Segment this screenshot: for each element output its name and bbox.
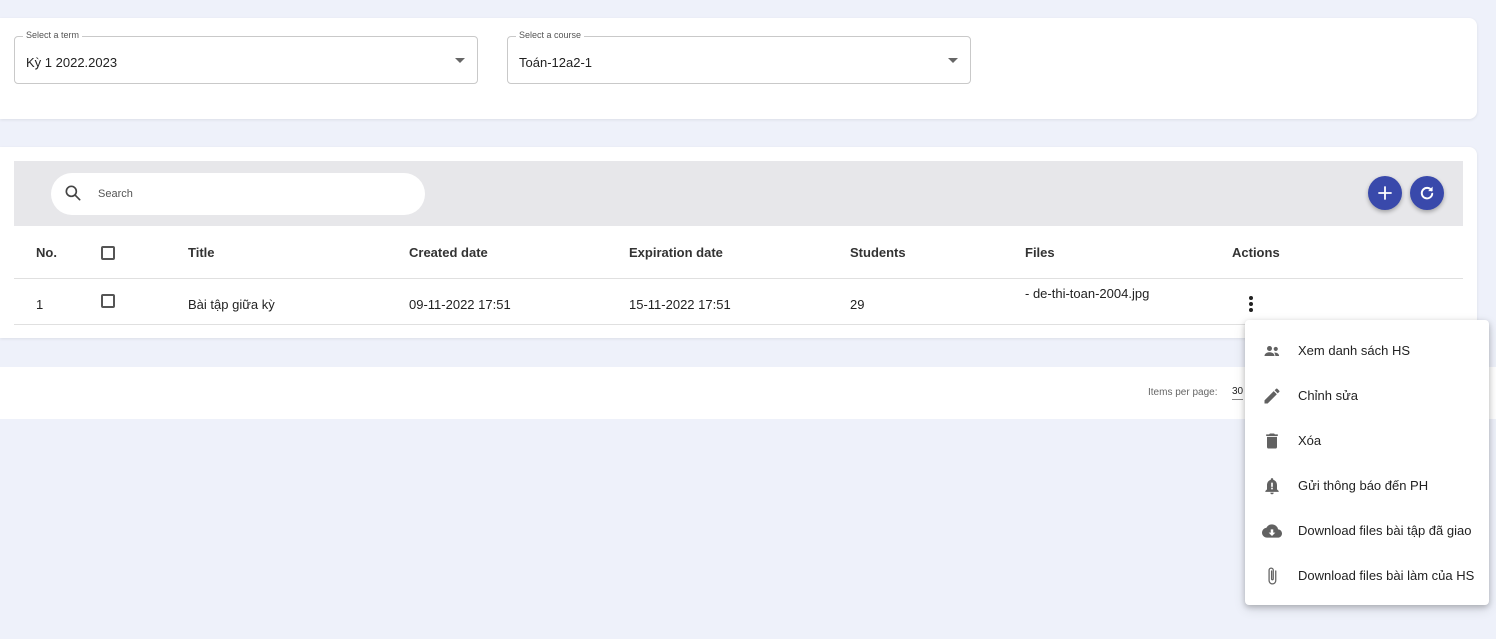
menu-item-label: Download files bài làm của HS: [1298, 568, 1475, 583]
header-expiration-date[interactable]: Expiration date: [629, 245, 723, 260]
table-header: No. Title Created date Expiration date S…: [14, 226, 1463, 279]
dropdown-arrow-icon: [948, 58, 958, 63]
search-input[interactable]: [98, 184, 398, 204]
row-title: Bài tập giữa kỳ: [188, 297, 275, 312]
menu-item-label: Xem danh sách HS: [1298, 343, 1411, 358]
row-students: 29: [850, 297, 865, 312]
menu-item-edit[interactable]: Chỉnh sửa: [1245, 373, 1489, 418]
kebab-dot: [1249, 296, 1253, 300]
row-checkbox[interactable]: [101, 294, 115, 308]
group-icon: [1261, 340, 1283, 362]
pencil-icon: [1261, 385, 1283, 407]
menu-item-label: Xóa: [1298, 433, 1322, 448]
bell-icon: [1261, 475, 1283, 497]
row-expiration-date: 15-11-2022 17:51: [629, 297, 731, 312]
page-size-select[interactable]: 30: [1232, 386, 1244, 400]
row-file-link[interactable]: - de-thi-toan-2004.jpg: [1025, 286, 1149, 301]
term-select-label: Select a term: [23, 30, 83, 40]
menu-item-label: Gửi thông báo đến PH: [1298, 478, 1429, 493]
row-actions-button[interactable]: [1243, 295, 1259, 315]
search-icon: [65, 185, 81, 201]
menu-item-view-students[interactable]: Xem danh sách HS: [1245, 328, 1489, 373]
filter-card: Select a term Kỳ 1 2022.2023 Select a co…: [0, 18, 1477, 119]
search-box[interactable]: [51, 173, 425, 215]
header-no: No.: [36, 245, 57, 260]
menu-item-label: Chỉnh sửa: [1298, 388, 1359, 403]
refresh-icon: [1420, 186, 1434, 200]
menu-item-delete[interactable]: Xóa: [1245, 418, 1489, 463]
header-files: Files: [1025, 245, 1055, 260]
course-select[interactable]: Select a course Toán-12a2-1: [507, 30, 971, 84]
row-actions-menu: Xem danh sách HS Chỉnh sửa Xóa Gửi thông…: [1245, 320, 1489, 605]
course-select-value: Toán-12a2-1: [519, 55, 592, 70]
items-per-page-label: Items per page:: [1148, 387, 1218, 398]
kebab-dot: [1249, 302, 1253, 306]
term-select[interactable]: Select a term Kỳ 1 2022.2023: [14, 30, 478, 84]
select-all-checkbox[interactable]: [101, 246, 115, 260]
course-select-label: Select a course: [516, 30, 585, 40]
menu-item-download-student-files[interactable]: Download files bài làm của HS: [1245, 553, 1489, 598]
header-actions: Actions: [1232, 245, 1280, 260]
refresh-button[interactable]: [1410, 176, 1444, 210]
plus-icon: [1378, 186, 1392, 200]
menu-item-notify-parents[interactable]: Gửi thông báo đến PH: [1245, 463, 1489, 508]
term-select-value: Kỳ 1 2022.2023: [26, 55, 118, 70]
paperclip-icon: [1261, 565, 1283, 587]
cloud-download-icon: [1261, 520, 1283, 542]
header-title[interactable]: Title: [188, 245, 215, 260]
table-row[interactable]: 1 Bài tập giữa kỳ 09-11-2022 17:51 15-11…: [14, 279, 1463, 325]
kebab-dot: [1249, 308, 1253, 312]
add-assignment-button[interactable]: [1368, 176, 1402, 210]
table-toolbar: [14, 161, 1463, 226]
menu-item-label: Download files bài tập đã giao: [1298, 523, 1472, 538]
header-created-date[interactable]: Created date: [409, 245, 488, 260]
row-no: 1: [36, 297, 44, 312]
menu-item-download-assigned-files[interactable]: Download files bài tập đã giao: [1245, 508, 1489, 553]
assignments-card: No. Title Created date Expiration date S…: [0, 147, 1477, 338]
dropdown-arrow-icon: [455, 58, 465, 63]
header-students[interactable]: Students: [850, 245, 906, 260]
row-created-date: 09-11-2022 17:51: [409, 297, 511, 312]
trash-icon: [1261, 430, 1283, 452]
